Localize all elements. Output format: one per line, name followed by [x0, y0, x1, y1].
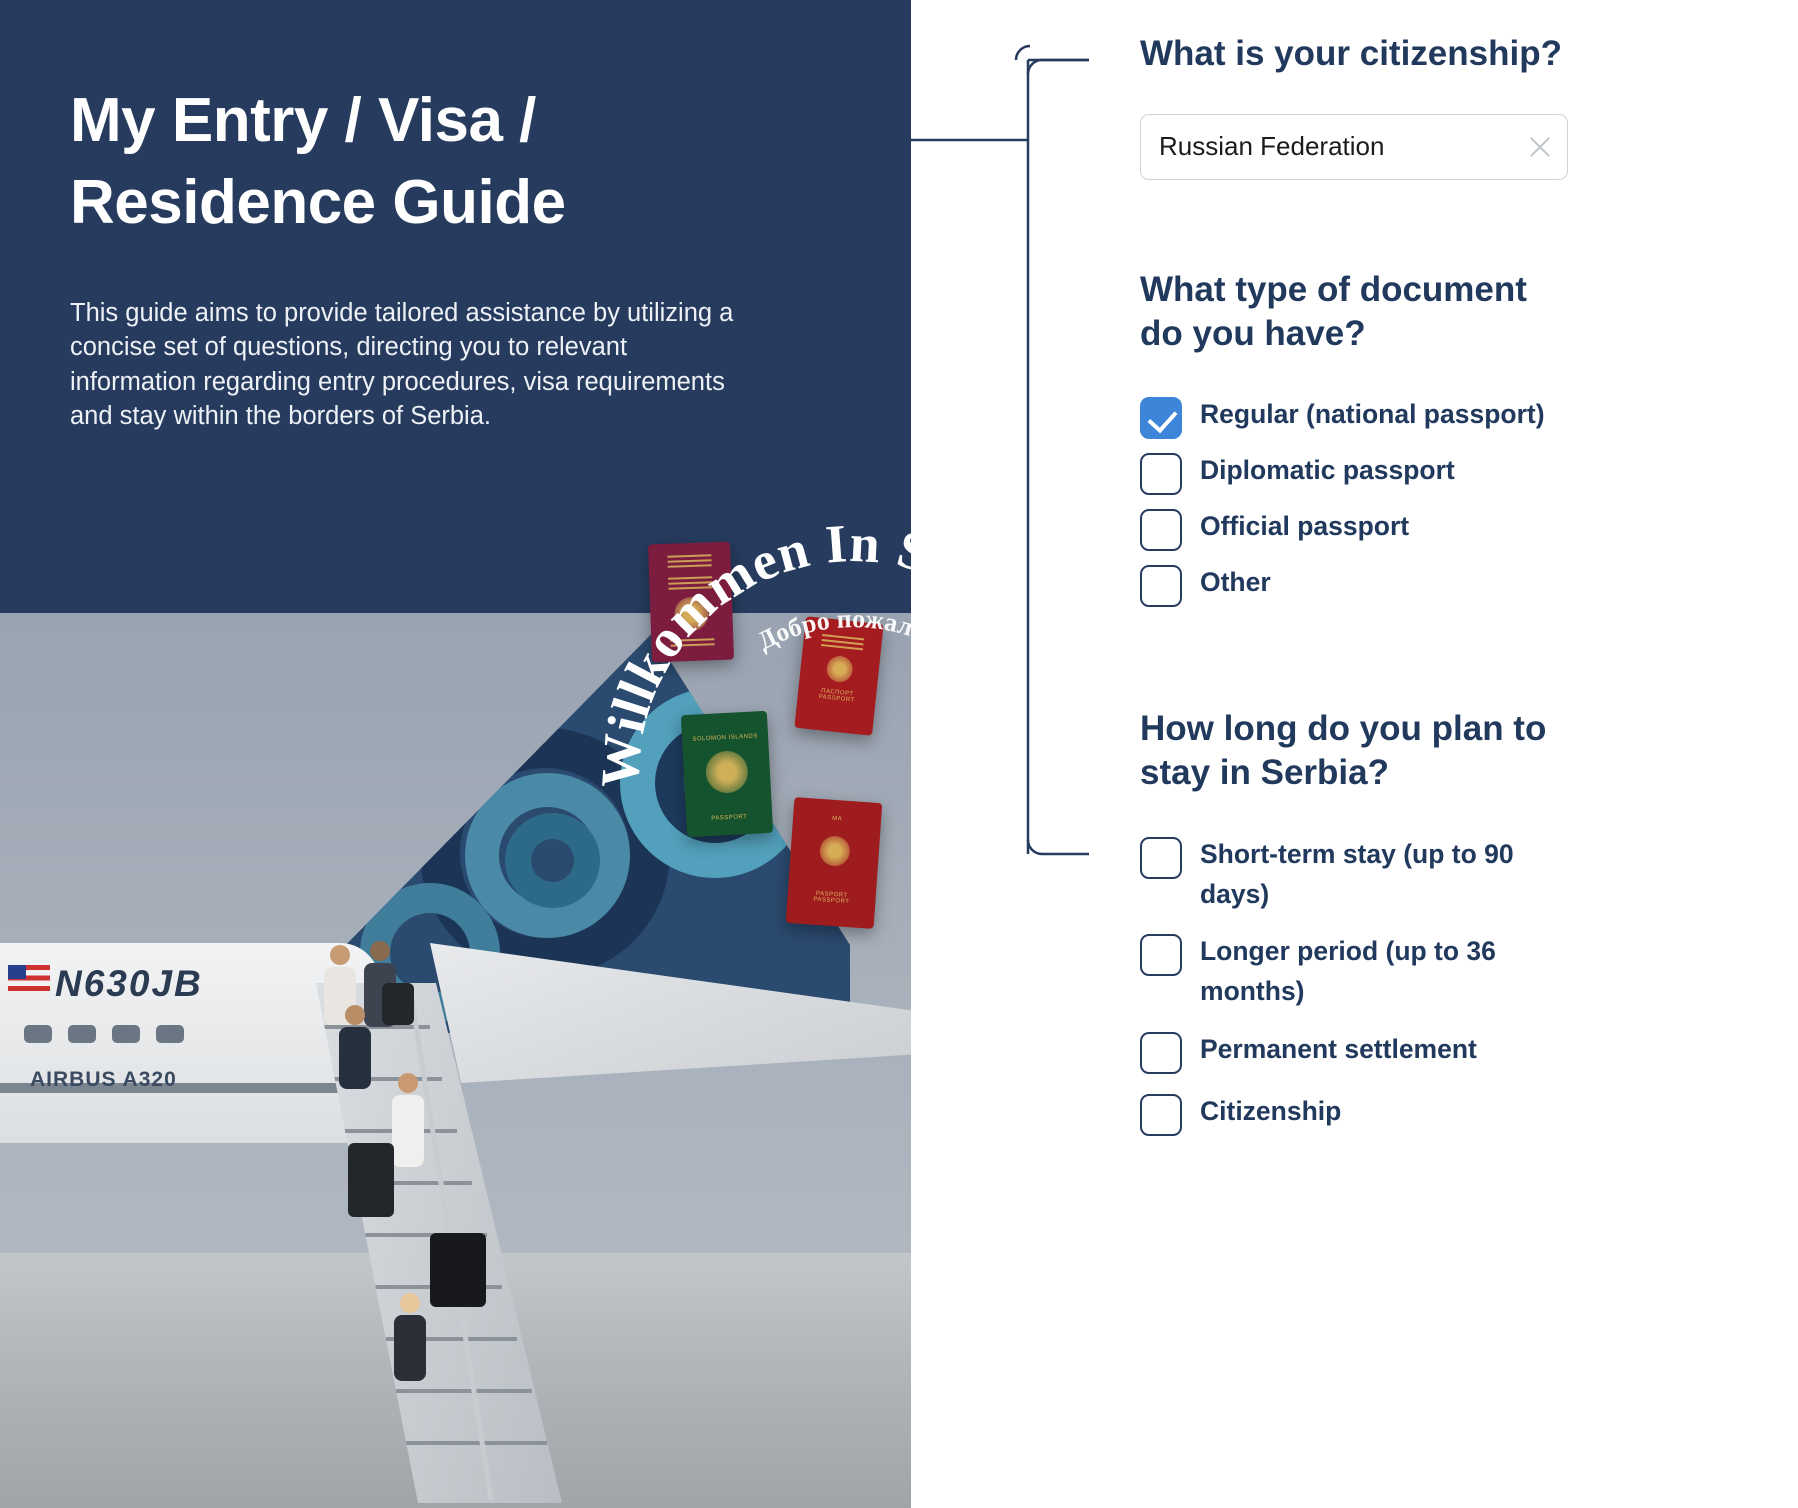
- suitcase: [430, 1233, 486, 1307]
- cabin-window: [156, 1025, 184, 1043]
- svg-text:Добро пожаловать: Добро пожаловать: [753, 604, 911, 672]
- option-longer-period[interactable]: Longer period (up to 36 months): [1140, 932, 1780, 1012]
- checkbox-citizenship[interactable]: [1140, 1093, 1182, 1136]
- cabin-window: [24, 1025, 52, 1043]
- checkbox-other-document[interactable]: [1140, 565, 1182, 608]
- option-label: Permanent settlement: [1200, 1033, 1477, 1064]
- option-citizenship[interactable]: Citizenship: [1140, 1092, 1780, 1136]
- aircraft-registration-text: N630JB: [55, 963, 203, 1004]
- page-title: My Entry / Visa / Residence Guide: [70, 86, 566, 237]
- stay-length-options: Short-term stay (up to 90 days) Longer p…: [1140, 835, 1780, 1136]
- question-heading-document-type: What type of document do you have?: [1140, 269, 1527, 353]
- option-label: Longer period (up to 36 months): [1200, 936, 1496, 1006]
- citizenship-input[interactable]: Russian Federation: [1159, 131, 1527, 162]
- option-label: Citizenship: [1200, 1095, 1342, 1126]
- option-label: Diplomatic passport: [1200, 455, 1455, 486]
- checkbox-diplomatic-passport[interactable]: [1140, 453, 1182, 496]
- option-diplomatic-passport[interactable]: Diplomatic passport: [1140, 451, 1780, 496]
- document-type-options: Regular (national passport) Diplomatic p…: [1140, 395, 1780, 608]
- option-short-term-stay[interactable]: Short-term stay (up to 90 days): [1140, 835, 1780, 915]
- checkbox-longer-period[interactable]: [1140, 934, 1182, 977]
- aircraft-type-text: AIRBUS A320: [30, 1068, 177, 1091]
- citizenship-input-wrapper[interactable]: Russian Federation: [1140, 113, 1568, 180]
- us-flag-icon: [8, 965, 50, 991]
- welcome-curved-text: Willkommen In Serbien Welcome Добро пожа…: [600, 470, 911, 790]
- visa-guide-page: N630JB AIRBUS A320 ПАСПОРТ PASSPORT SOLO…: [0, 0, 1798, 1508]
- question-heading-citizenship: What is your citizenship?: [1140, 34, 1562, 73]
- checkbox-permanent-settlement[interactable]: [1140, 1031, 1182, 1074]
- page-description: This guide aims to provide tailored assi…: [70, 298, 734, 430]
- passenger: [339, 1005, 371, 1089]
- close-icon[interactable]: [1527, 134, 1553, 160]
- checkbox-regular-passport[interactable]: [1140, 397, 1182, 440]
- questionnaire-panel: What is your citizenship? Russian Federa…: [911, 0, 1798, 1508]
- question-heading-stay-length: How long do you plan to stay in Serbia?: [1140, 709, 1547, 792]
- backpack: [382, 983, 414, 1025]
- passenger: [394, 1293, 426, 1381]
- option-label: Official passport: [1200, 511, 1410, 542]
- cabin-window: [112, 1025, 140, 1043]
- backpack: [348, 1143, 394, 1217]
- questionnaire-form: What is your citizenship? Russian Federa…: [1140, 0, 1780, 1154]
- cabin-window: [68, 1025, 96, 1043]
- left-hero-panel: N630JB AIRBUS A320 ПАСПОРТ PASSPORT SOLO…: [0, 0, 911, 1508]
- option-label: Short-term stay (up to 90 days): [1200, 838, 1514, 909]
- option-official-passport[interactable]: Official passport: [1140, 507, 1780, 552]
- option-regular-passport[interactable]: Regular (national passport): [1140, 395, 1780, 440]
- checkbox-short-term-stay[interactable]: [1140, 836, 1182, 879]
- option-other-document[interactable]: Other: [1140, 563, 1780, 608]
- option-permanent-settlement[interactable]: Permanent settlement: [1140, 1030, 1780, 1074]
- option-label: Other: [1200, 567, 1271, 598]
- branch-connector-lines: [911, 44, 1089, 856]
- option-label: Regular (national passport): [1200, 399, 1545, 430]
- checkbox-official-passport[interactable]: [1140, 509, 1182, 552]
- passenger: [392, 1073, 424, 1167]
